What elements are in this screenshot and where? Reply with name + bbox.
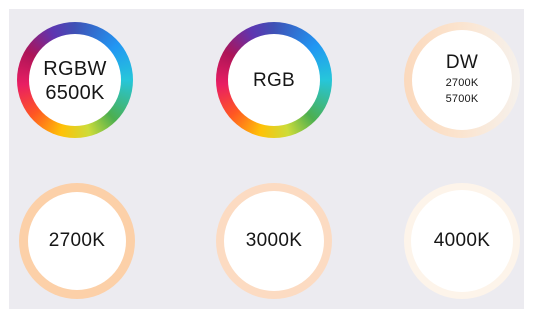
- rgb-label: RGB: [252, 70, 296, 91]
- 2700k-option[interactable]: 2700K: [19, 183, 135, 299]
- 2700k-label: 2700K: [48, 230, 106, 251]
- rgb-ring-center: RGB: [228, 34, 320, 126]
- 4000k-label: 4000K: [433, 230, 491, 251]
- 4000k-ring-center: 4000K: [411, 190, 513, 292]
- rgb-option[interactable]: RGB: [216, 22, 332, 138]
- dw-warm-label: 2700K: [445, 77, 479, 89]
- 2700k-ring-center: 2700K: [28, 192, 126, 290]
- dw-ring-center: DW 2700K 5700K: [412, 30, 512, 130]
- 3000k-ring-center: 3000K: [224, 191, 324, 291]
- 3000k-option[interactable]: 3000K: [216, 183, 332, 299]
- rgbw-ring-center: RGBW 6500K: [29, 34, 121, 126]
- rgbw-temp-label: 6500K: [45, 82, 105, 104]
- rgbw-6500k-option[interactable]: RGBW 6500K: [17, 22, 133, 138]
- color-temperature-panel: RGBW 6500K RGB DW 2700K 5700K 2700K 3000…: [9, 9, 524, 309]
- rgbw-label: RGBW: [43, 58, 107, 80]
- 3000k-label: 3000K: [245, 230, 303, 251]
- dw-label: DW: [445, 52, 479, 73]
- dw-option[interactable]: DW 2700K 5700K: [404, 22, 520, 138]
- dw-cool-label: 5700K: [445, 93, 479, 105]
- 4000k-option[interactable]: 4000K: [404, 183, 520, 299]
